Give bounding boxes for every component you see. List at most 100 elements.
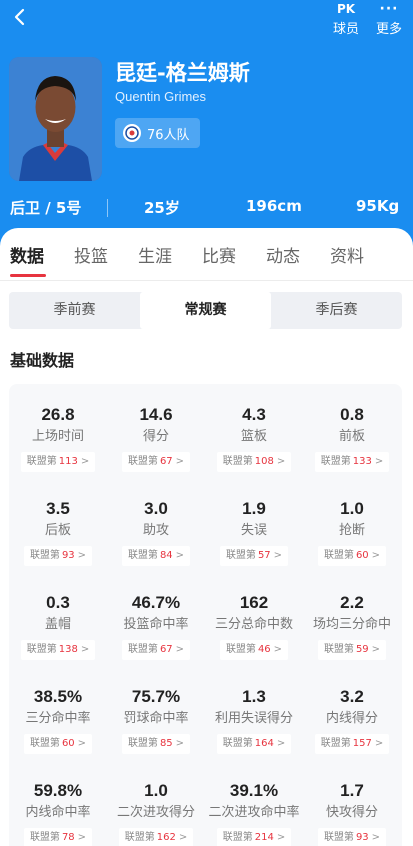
back-arrow-icon[interactable]	[10, 6, 30, 28]
chevron-right-icon: >	[80, 644, 90, 655]
active-tab-indicator	[10, 274, 46, 277]
stat-cell: 1.0 抢断 联盟第 60 >	[303, 498, 401, 566]
rank-number: 85	[159, 738, 173, 749]
chevron-right-icon: >	[178, 832, 188, 843]
rank-number: 60	[61, 738, 75, 749]
tab-data[interactable]: 数据	[10, 242, 44, 267]
league-rank-button[interactable]: 联盟第 164 >	[216, 734, 292, 754]
player-header: PK 球员 ··· 更多 昆廷-格兰姆斯 Quentin Grimes 76人队…	[0, 0, 413, 250]
chevron-right-icon: >	[77, 738, 87, 749]
tab-games[interactable]: 比赛	[202, 242, 236, 267]
player-weight: 95Kg	[356, 197, 400, 215]
league-rank-button[interactable]: 联盟第 133 >	[314, 452, 390, 472]
chevron-right-icon: >	[374, 456, 384, 467]
chevron-right-icon: >	[273, 644, 283, 655]
stat-cell: 26.8 上场时间 联盟第 113 >	[9, 404, 107, 472]
stat-label: 后板	[44, 523, 71, 538]
chevron-right-icon: >	[80, 456, 90, 467]
league-rank-button[interactable]: 联盟第 108 >	[216, 452, 292, 472]
league-rank-button[interactable]: 联盟第 60 >	[317, 546, 387, 566]
main-tabs: 数据 投篮 生涯 比赛 动态 资料	[0, 228, 413, 278]
league-rank-button[interactable]: 联盟第 84 >	[121, 546, 191, 566]
player-avatar	[9, 57, 102, 181]
more-dots-icon: ···	[379, 1, 399, 17]
chevron-right-icon: >	[175, 738, 185, 749]
league-rank-button[interactable]: 联盟第 85 >	[121, 734, 191, 754]
chevron-right-icon: >	[374, 738, 384, 749]
league-rank-button[interactable]: 联盟第 157 >	[314, 734, 390, 754]
rank-prefix: 联盟第	[225, 644, 256, 655]
stat-value: 1.3	[242, 687, 266, 706]
basic-stats-grid: 26.8 上场时间 联盟第 113 >14.6 得分 联盟第 67 >4.3 篮板 联盟第 108 >0…	[9, 384, 402, 846]
stat-label: 三分总命中数	[214, 617, 293, 632]
league-rank-button[interactable]: 联盟第 214 >	[216, 828, 292, 846]
league-rank-button[interactable]: 联盟第 93 >	[23, 546, 93, 566]
stat-value: 75.7%	[131, 687, 181, 706]
stat-value: 0.3	[46, 593, 70, 612]
tabs-divider	[0, 280, 413, 281]
league-rank-button[interactable]: 联盟第 67 >	[121, 640, 191, 660]
season-playoffs[interactable]: 季后赛	[271, 292, 402, 329]
rank-number: 67	[159, 456, 173, 467]
stat-value: 4.3	[242, 405, 266, 424]
tab-profile[interactable]: 资料	[330, 242, 364, 267]
stat-value: 3.2	[340, 687, 364, 706]
stat-cell: 0.3 盖帽 联盟第 138 >	[9, 592, 107, 660]
league-rank-button[interactable]: 联盟第 67 >	[121, 452, 191, 472]
player-photo-icon	[9, 57, 102, 181]
league-rank-button[interactable]: 联盟第 162 >	[118, 828, 194, 846]
rank-prefix: 联盟第	[222, 456, 253, 467]
stat-cell: 3.0 助攻 联盟第 84 >	[107, 498, 205, 566]
rank-number: 113	[58, 456, 78, 467]
stat-label: 内线得分	[325, 711, 378, 726]
league-rank-button[interactable]: 联盟第 60 >	[23, 734, 93, 754]
league-rank-button[interactable]: 联盟第 59 >	[317, 640, 387, 660]
rank-prefix: 联盟第	[222, 738, 253, 749]
season-preseason[interactable]: 季前赛	[9, 292, 140, 329]
rank-number: 133	[352, 456, 372, 467]
rank-prefix: 联盟第	[29, 738, 60, 749]
chevron-right-icon: >	[77, 550, 87, 561]
stat-label: 二次进攻命中率	[208, 805, 300, 820]
chevron-right-icon: >	[276, 456, 286, 467]
rank-prefix: 联盟第	[29, 832, 60, 843]
stat-cell: 1.0 二次进攻得分 联盟第 162 >	[107, 780, 205, 846]
stat-value: 39.1%	[229, 781, 279, 800]
rank-number: 93	[61, 550, 75, 561]
league-rank-button[interactable]: 联盟第 46 >	[219, 640, 289, 660]
tab-news[interactable]: 动态	[266, 242, 300, 267]
tab-shooting[interactable]: 投篮	[74, 242, 108, 267]
player-name-en: Quentin Grimes	[115, 89, 207, 104]
league-rank-button[interactable]: 联盟第 113 >	[20, 452, 96, 472]
rank-number: 214	[254, 832, 274, 843]
rank-prefix: 联盟第	[323, 832, 354, 843]
chevron-right-icon: >	[371, 644, 381, 655]
stat-value: 162	[239, 593, 269, 612]
pk-player-button[interactable]: PK 球员	[326, 0, 366, 37]
season-regular[interactable]: 常规赛	[140, 292, 271, 329]
stat-value: 1.7	[340, 781, 364, 800]
rank-prefix: 联盟第	[26, 456, 57, 467]
stat-label: 前板	[338, 429, 365, 444]
team-link[interactable]: 76人队	[115, 118, 200, 148]
rank-number: 46	[257, 644, 271, 655]
rank-prefix: 联盟第	[323, 550, 354, 561]
rank-number: 164	[254, 738, 274, 749]
tab-career[interactable]: 生涯	[138, 242, 172, 267]
team-name: 76人队	[147, 127, 190, 143]
stat-label: 失误	[240, 523, 267, 538]
player-age: 25岁	[144, 199, 180, 217]
more-button[interactable]: ··· 更多	[369, 0, 409, 37]
league-rank-button[interactable]: 联盟第 138 >	[20, 640, 96, 660]
league-rank-button[interactable]: 联盟第 93 >	[317, 828, 387, 846]
chevron-right-icon: >	[77, 832, 87, 843]
rank-prefix: 联盟第	[124, 832, 155, 843]
league-rank-button[interactable]: 联盟第 57 >	[219, 546, 289, 566]
rank-number: 138	[58, 644, 78, 655]
player-name: 昆廷-格兰姆斯	[115, 61, 250, 85]
stat-cell: 1.9 失误 联盟第 57 >	[205, 498, 303, 566]
chevron-right-icon: >	[276, 738, 286, 749]
player-position: 后卫 / 5号	[10, 199, 82, 217]
league-rank-button[interactable]: 联盟第 78 >	[23, 828, 93, 846]
more-label: 更多	[375, 22, 402, 37]
